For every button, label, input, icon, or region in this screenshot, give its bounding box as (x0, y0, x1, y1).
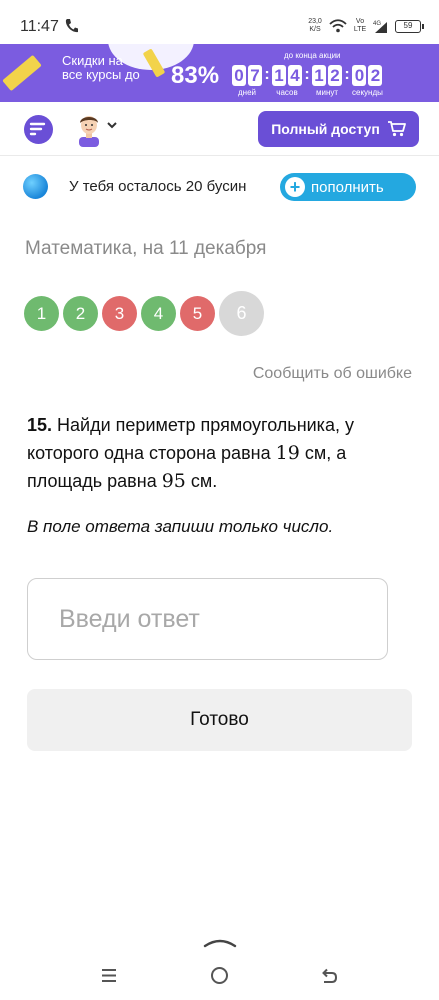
question-nav-item[interactable]: 1 (24, 296, 59, 331)
system-navigation-bar (0, 960, 439, 1000)
countdown-digit: 7 (248, 65, 262, 86)
countdown-separator: : (344, 66, 350, 83)
done-button[interactable]: Готово (27, 689, 412, 751)
countdown-label: дней (237, 88, 256, 97)
countdown-digit: 1 (272, 65, 286, 86)
full-access-label: Полный доступ (271, 121, 380, 137)
question-nav-item[interactable]: 3 (102, 296, 137, 331)
cart-icon (387, 121, 406, 137)
beads-text: У тебя осталось 20 бусин (69, 178, 247, 195)
question-navigation: 1 2 3 4 5 6 (24, 291, 264, 336)
page-title: Математика, на 11 декабря (25, 238, 267, 259)
status-icons: 23,0 K/S Vo LTE 4G 59 (307, 16, 424, 36)
answer-instruction: В поле ответа запиши только число. (27, 517, 334, 536)
countdown-days: 0 7 дней (232, 65, 262, 97)
full-access-button[interactable]: Полный доступ (258, 111, 419, 147)
status-bar: 11:47 23,0 K/S Vo LTE 4G 59 (0, 0, 439, 44)
chevron-down-icon[interactable] (107, 121, 117, 129)
signal-icon: 4G (373, 21, 387, 33)
app-header: Полный доступ (0, 102, 439, 156)
chat-button[interactable] (24, 115, 53, 144)
countdown-label: минут (315, 88, 339, 97)
countdown-hours: 1 4 часов (272, 65, 302, 97)
home-icon[interactable] (211, 967, 228, 984)
countdown-label: часов (276, 88, 298, 97)
question-nav-item[interactable]: 2 (63, 296, 98, 331)
volte-indicator: Vo LTE (353, 18, 367, 33)
promo-text: Скидки на все курсы до (62, 53, 140, 82)
question-value: 19 (275, 442, 300, 464)
countdown-separator: : (304, 66, 310, 83)
report-error-link[interactable]: Сообщить об ошибке (253, 365, 412, 383)
countdown-digit: 0 (232, 65, 246, 86)
phone-icon (65, 19, 78, 33)
battery-icon: 59 (395, 19, 424, 33)
question-nav-item[interactable]: 4 (141, 296, 176, 331)
countdown-digit: 2 (328, 65, 342, 86)
promo-until-label: до конца акции (284, 51, 341, 60)
countdown-digit: 2 (368, 65, 383, 86)
wifi-icon (329, 19, 347, 33)
countdown-minutes: 1 2 минут (312, 65, 342, 97)
promo-percent: 83% (171, 62, 220, 89)
topup-label: пополнить (311, 178, 384, 196)
network-speed: 23,0 K/S (308, 18, 322, 33)
countdown-label: секунды (352, 88, 383, 97)
question-text-part: см. (190, 471, 218, 491)
beads-balance: У тебя осталось 20 бусин + пополнить (0, 170, 439, 204)
plus-icon: + (285, 177, 305, 197)
countdown-digit: 4 (288, 65, 302, 86)
chevron-up-icon[interactable] (203, 935, 237, 949)
question-number: 15. (27, 415, 53, 435)
question-nav-item-current[interactable]: 6 (219, 291, 264, 336)
countdown-seconds: 0 2 секунды (352, 65, 383, 97)
promo-banner[interactable]: Скидки на все курсы до 83% до конца акци… (0, 44, 439, 102)
avatar[interactable] (74, 111, 104, 147)
topup-button[interactable]: + пополнить (280, 173, 416, 201)
ribbon-decoration (2, 54, 42, 92)
answer-input[interactable] (27, 578, 388, 660)
question-value: 95 (161, 470, 186, 492)
menu-icon[interactable] (101, 968, 117, 983)
back-icon[interactable] (320, 967, 338, 985)
countdown-digit: 0 (352, 65, 367, 86)
question-text: 15. Найди периметр прямоугольника, у кот… (27, 411, 412, 495)
countdown-timer: 0 7 дней : 1 4 часов : 1 2 минут : 0 2 с… (232, 65, 383, 97)
countdown-digit: 1 (312, 65, 326, 86)
countdown-separator: : (264, 66, 270, 83)
network-type: 4G (373, 21, 381, 27)
bead-icon (23, 174, 48, 199)
chat-icon (29, 122, 46, 136)
status-time: 11:47 (20, 18, 59, 35)
question-nav-item[interactable]: 5 (180, 296, 215, 331)
